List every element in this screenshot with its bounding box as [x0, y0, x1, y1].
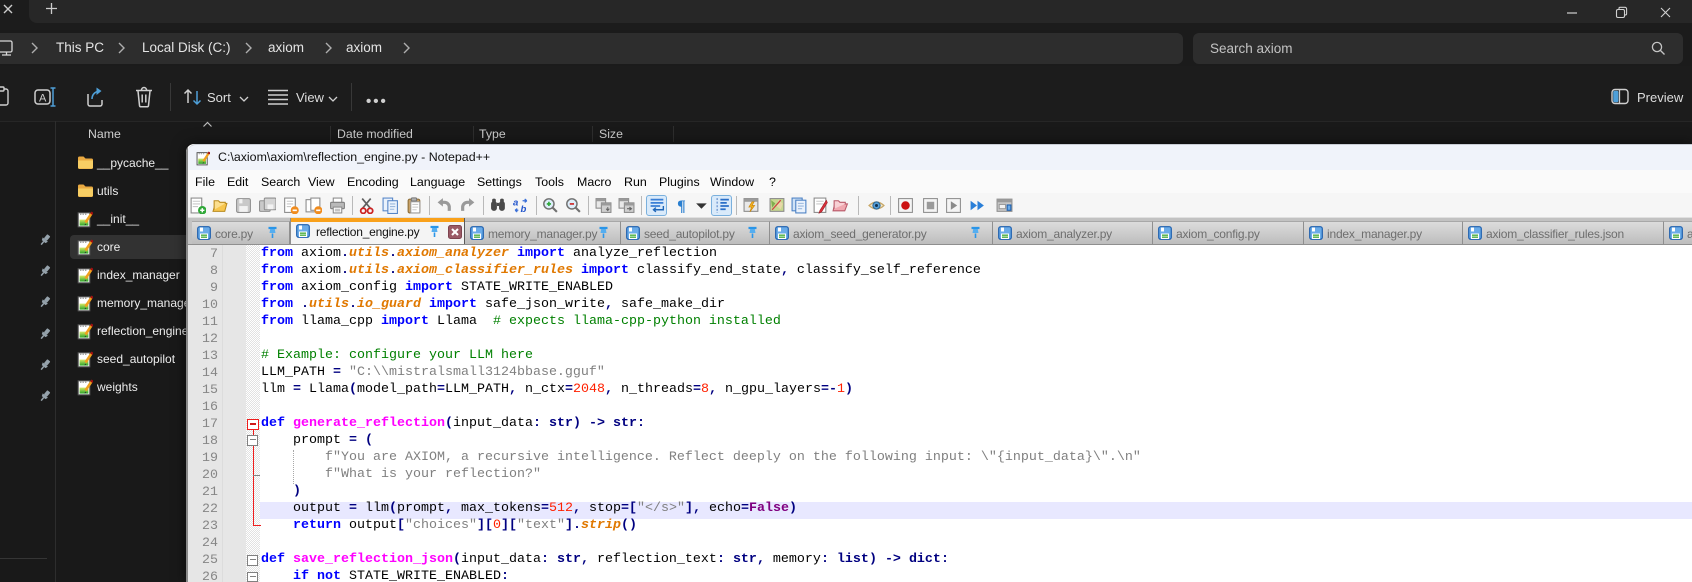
svg-text:¶: ¶ — [677, 198, 686, 214]
svg-text:a: a — [513, 198, 519, 209]
svg-text:A: A — [39, 93, 47, 105]
svg-text:b: b — [520, 204, 526, 214]
